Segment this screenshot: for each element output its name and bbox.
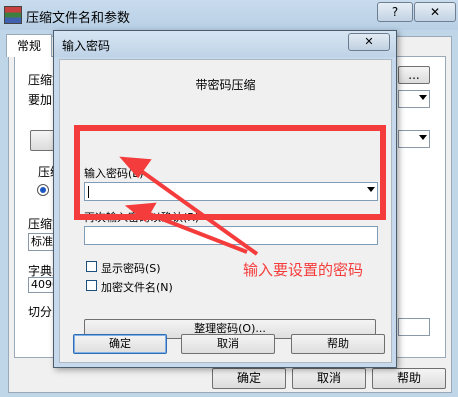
annotation-caption: 输入要设置的密码	[243, 261, 364, 279]
annotation-arrow-lower	[143, 210, 248, 254]
annotation-arrow-upper	[135, 166, 259, 256]
annotation-arrowhead-lower	[124, 202, 157, 223]
annotation-arrows	[119, 156, 259, 256]
